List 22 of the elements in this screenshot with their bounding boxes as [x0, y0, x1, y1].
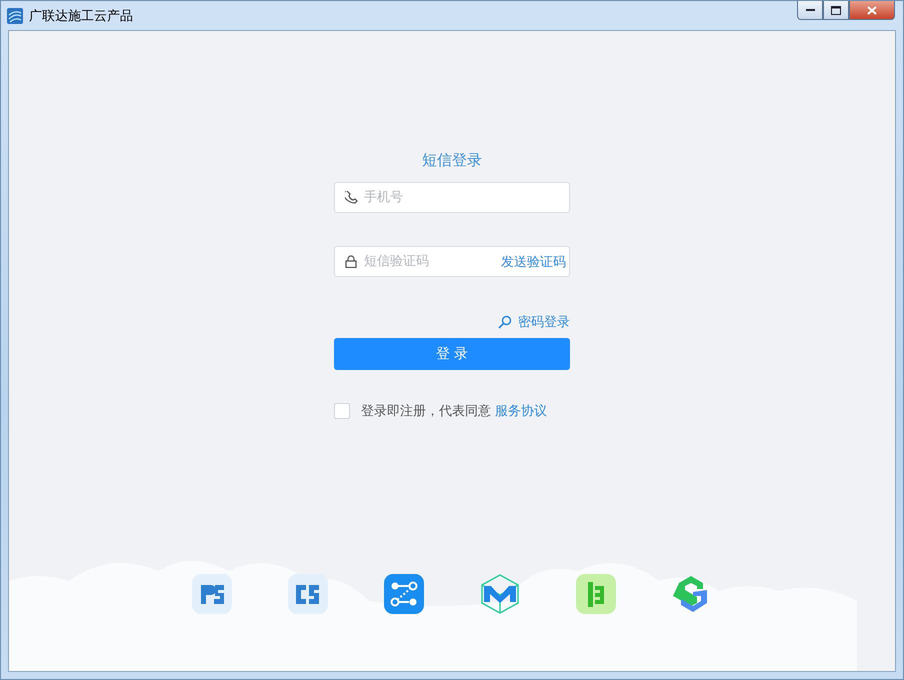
close-button[interactable]	[849, 1, 895, 20]
form-title: 短信登录	[422, 151, 482, 171]
close-icon	[867, 6, 877, 14]
login-button[interactable]: 登 录	[334, 338, 570, 370]
agreement-text: 登录即注册，代表同意	[361, 403, 491, 420]
agreement-checkbox[interactable]	[334, 403, 350, 419]
product-app-icon[interactable]	[287, 573, 329, 615]
product-app-icon[interactable]	[575, 573, 617, 615]
product-app-icon[interactable]	[191, 573, 233, 615]
window-title: 广联达施工云产品	[29, 8, 133, 24]
minimize-button[interactable]	[797, 1, 823, 20]
product-app-icon[interactable]	[479, 573, 521, 615]
service-agreement-link[interactable]: 服务协议	[495, 402, 547, 420]
product-app-icon[interactable]	[383, 573, 425, 615]
minimize-icon	[806, 9, 814, 11]
app-logo-icon	[7, 8, 23, 24]
maximize-icon	[831, 6, 841, 14]
maximize-button[interactable]	[823, 1, 849, 20]
phone-field[interactable]: 手机号	[334, 182, 570, 213]
password-login-link[interactable]: 密码登录	[518, 313, 570, 331]
send-code-link[interactable]: 发送验证码	[501, 253, 566, 271]
search-icon	[498, 315, 512, 329]
